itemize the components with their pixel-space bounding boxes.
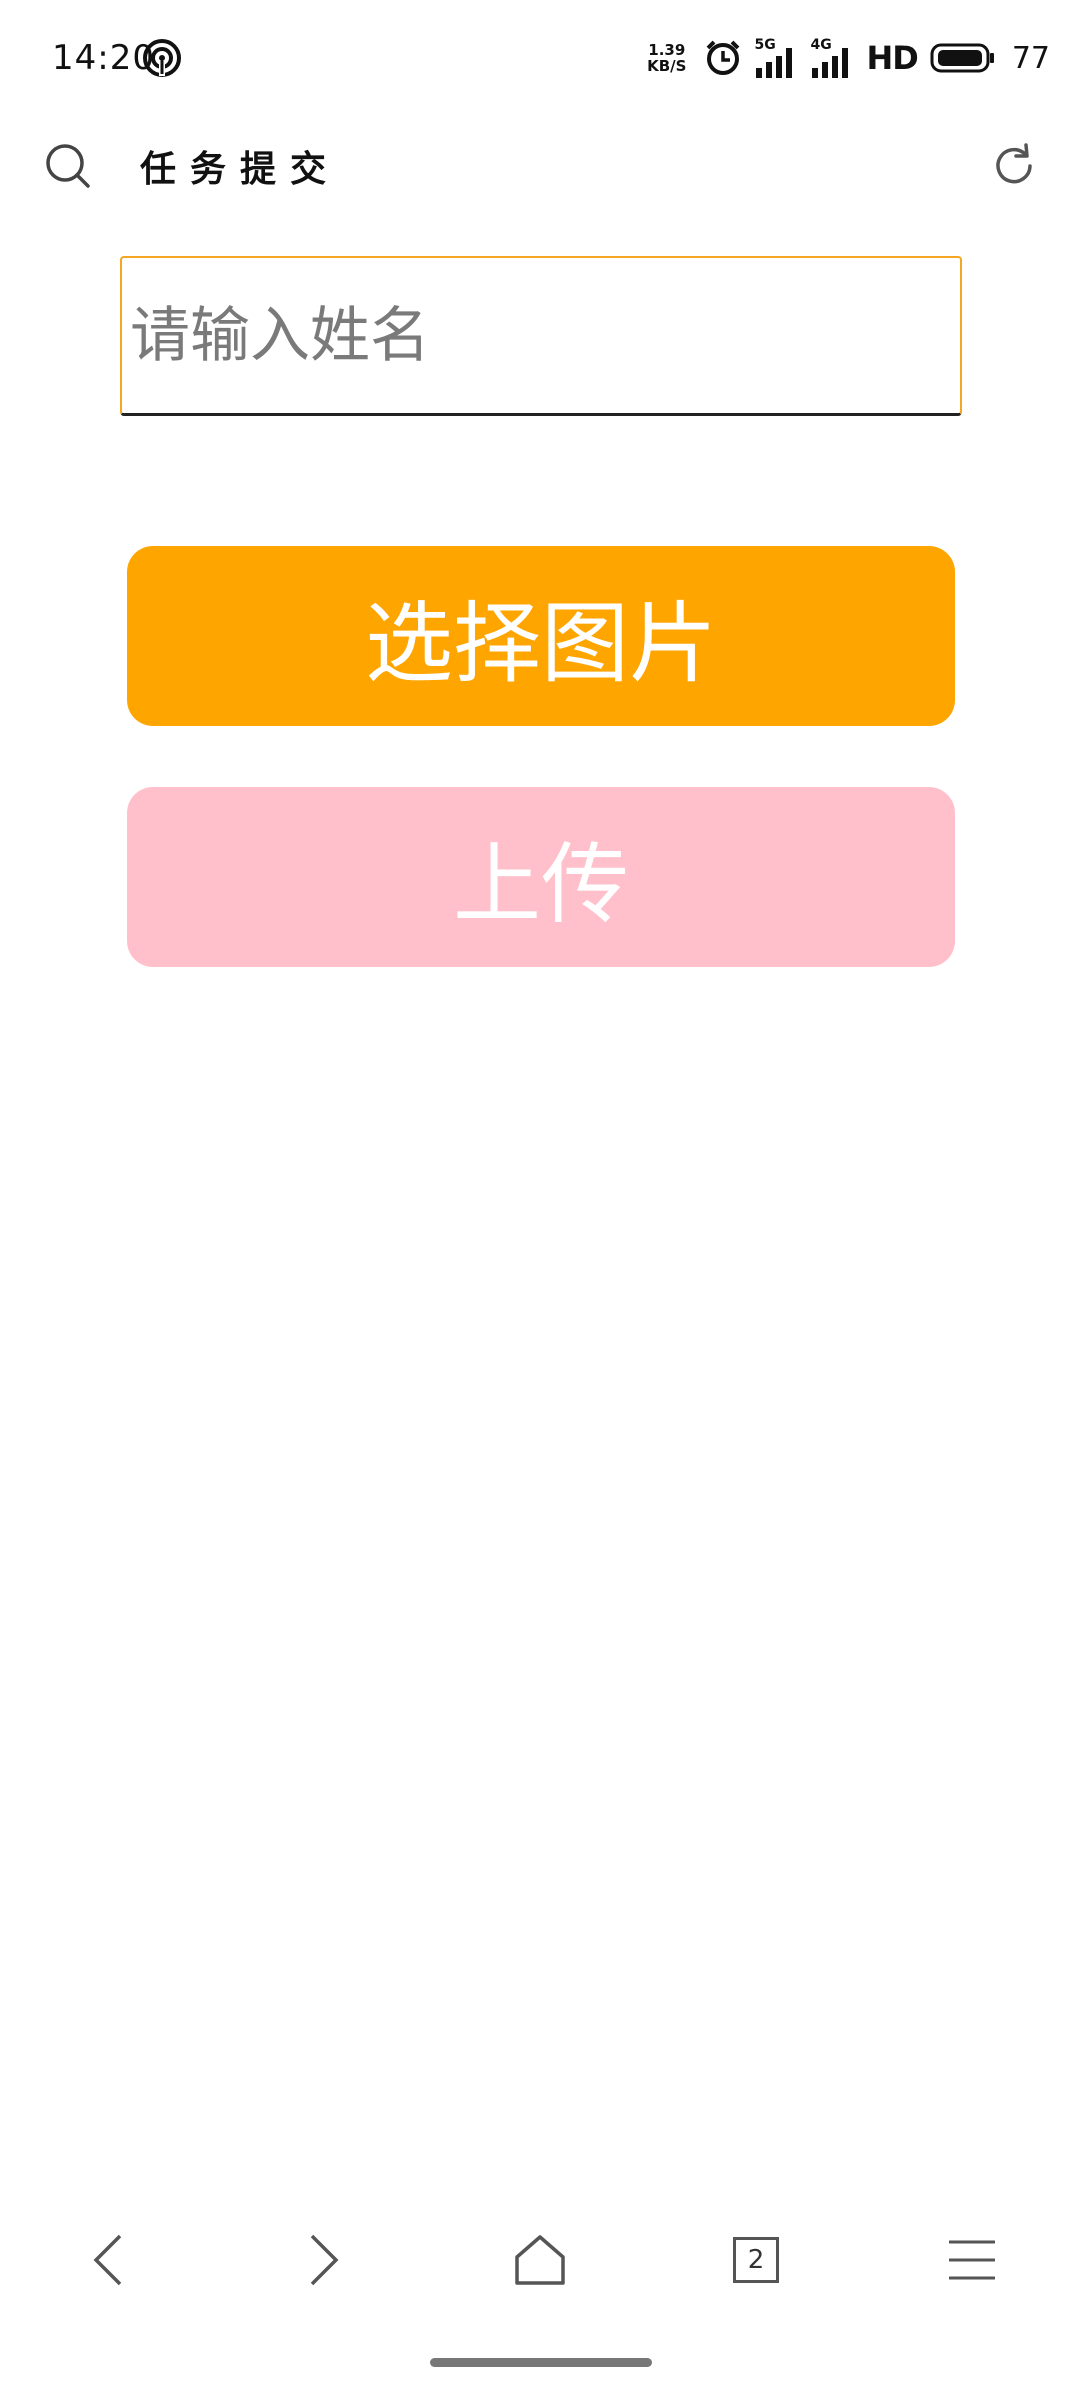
- signal-4g: 4G: [810, 38, 854, 78]
- forward-button[interactable]: [284, 2220, 364, 2300]
- reload-icon[interactable]: [990, 142, 1038, 190]
- signal-icon: [812, 48, 849, 78]
- status-indicators: 1.39 KB/S 5G 4G HD 77: [647, 34, 1050, 82]
- signal-icon: [756, 48, 793, 78]
- back-icon: [93, 2234, 122, 2286]
- menu-icon: [949, 2240, 995, 2280]
- alarm-icon: [707, 40, 740, 75]
- name-input[interactable]: [120, 256, 962, 416]
- network-speed-unit: KB/S: [647, 57, 687, 75]
- network-speed: 1.39 KB/S: [647, 42, 686, 74]
- tab-count: 2: [747, 2245, 765, 2275]
- network-speed-value: 1.39: [648, 41, 686, 59]
- title-bar: 任务提交: [0, 118, 1080, 214]
- hd-voice-indicator: HD: [866, 39, 918, 77]
- menu-button[interactable]: [932, 2220, 1012, 2300]
- home-icon: [515, 2235, 565, 2285]
- battery-icon: [930, 43, 994, 73]
- signal-5g: 5G: [754, 38, 798, 78]
- search-icon[interactable]: [44, 142, 92, 190]
- page-title: 任务提交: [140, 148, 341, 190]
- home-indicator[interactable]: [430, 2358, 652, 2367]
- status-time: 14:20: [52, 38, 155, 78]
- bottom-nav: 2: [0, 2200, 1080, 2320]
- battery-level: 77: [1011, 40, 1050, 76]
- back-button[interactable]: [68, 2220, 148, 2300]
- status-bar: 14:20 1.39 KB/S 5G 4G HD 77: [0, 0, 1080, 118]
- hotspot-icon: [143, 39, 181, 77]
- forward-icon: [310, 2234, 339, 2286]
- upload-button[interactable]: 上传: [127, 787, 955, 967]
- tabs-icon: 2: [733, 2237, 779, 2283]
- select-image-button[interactable]: 选择图片: [127, 546, 955, 726]
- home-button[interactable]: [500, 2220, 580, 2300]
- tabs-button[interactable]: 2: [716, 2220, 796, 2300]
